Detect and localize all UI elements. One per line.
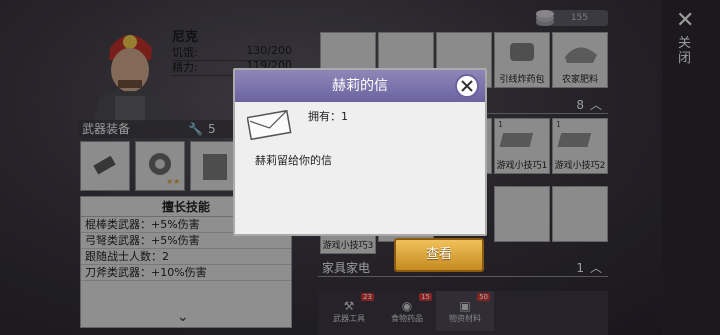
owned-count: 拥有：1 (308, 110, 348, 123)
dialog-header: 赫莉的信 (235, 70, 485, 102)
dialog-close-button[interactable] (455, 74, 479, 98)
dialog-title: 赫莉的信 (332, 78, 388, 94)
letter-icon (247, 110, 292, 140)
view-button[interactable]: 查看 (394, 238, 484, 272)
item-detail-dialog: 赫莉的信 拥有：1 赫莉留给你的信 (233, 68, 487, 236)
close-icon (461, 80, 473, 92)
item-description: 赫莉留给你的信 (255, 154, 332, 167)
